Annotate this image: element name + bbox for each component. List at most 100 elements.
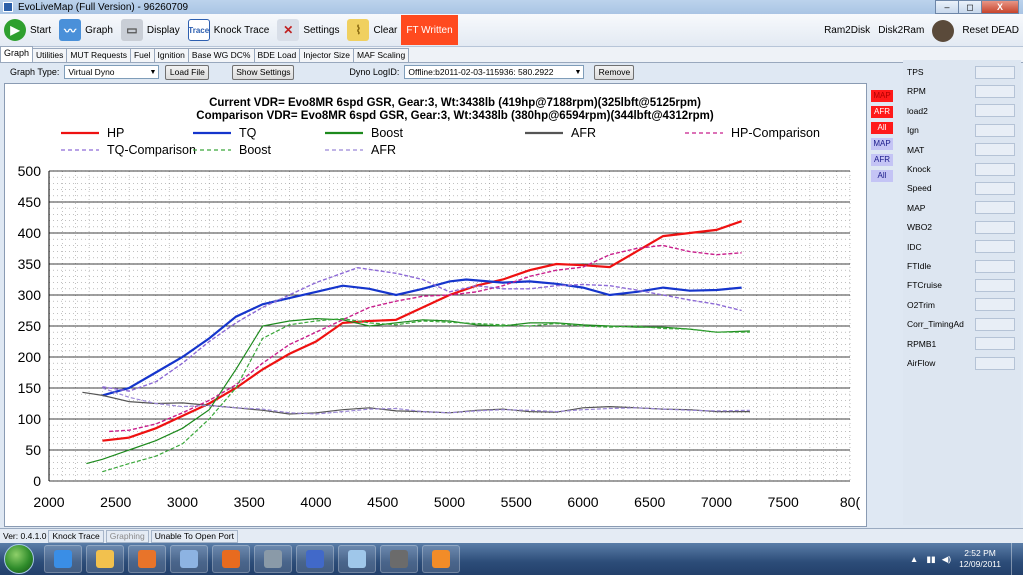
- sensor-label: Speed: [907, 183, 932, 194]
- chip-icon: [264, 550, 282, 568]
- start-button[interactable]: ▶ Start: [0, 15, 55, 45]
- dyno-log-value: Offline:b2011-02-03-115936: 580.2922: [408, 67, 554, 77]
- sensor-label: WBO2: [907, 222, 933, 233]
- tab-graph[interactable]: Graph: [0, 46, 34, 62]
- clear-button[interactable]: ⌇ Clear: [343, 15, 401, 45]
- settings-button[interactable]: ✕ Settings: [273, 15, 343, 45]
- current-all-toggle[interactable]: All: [871, 122, 893, 134]
- ft-written-button[interactable]: FT Written: [401, 15, 458, 45]
- dyno-log-label: Dyno LogID:: [349, 67, 400, 77]
- folder-taskbar-button[interactable]: [86, 545, 124, 573]
- start-orb-icon[interactable]: [4, 544, 34, 574]
- disc-taskbar-button[interactable]: [338, 545, 376, 573]
- comparison-all-toggle[interactable]: All: [871, 170, 893, 182]
- load-file-button[interactable]: Load File: [165, 64, 210, 80]
- tab-ignition[interactable]: Ignition: [153, 48, 189, 62]
- x-tick-label: 7500: [768, 494, 799, 510]
- chip-taskbar-button[interactable]: [254, 545, 292, 573]
- disk2ram-button[interactable]: Disk2Ram: [878, 25, 924, 36]
- media-player-icon: [138, 550, 156, 568]
- y-tick-label: 500: [18, 163, 42, 179]
- sensor-label: FTCruise: [907, 280, 942, 291]
- tab-maf-scaling[interactable]: MAF Scaling: [353, 48, 410, 62]
- tools-icon: [432, 550, 450, 568]
- sensor-value-box: [975, 162, 1015, 176]
- y-tick-label: 150: [18, 380, 42, 396]
- display-button[interactable]: ▭ Display: [117, 15, 184, 45]
- display-icon: ▭: [120, 19, 143, 41]
- settings-label: Settings: [303, 24, 340, 36]
- ram2disk-button[interactable]: Ram2Disk: [824, 25, 870, 36]
- volume-icon[interactable]: ◀): [942, 554, 951, 565]
- sensor-label: AirFlow: [907, 358, 936, 368]
- show-desktop-button[interactable]: [1011, 543, 1023, 575]
- show-settings-button[interactable]: Show Settings: [232, 64, 295, 80]
- tray-arrow-icon[interactable]: ▲: [910, 554, 918, 564]
- sensor-value-box: [975, 123, 1015, 137]
- app-icon: [3, 2, 13, 12]
- tab-base-wg-dc[interactable]: Base WG DC%: [187, 48, 255, 62]
- y-tick-label: 450: [18, 194, 42, 210]
- dyno-log-select[interactable]: Offline:b2011-02-03-115936: 580.2922 ▼: [404, 65, 585, 79]
- sensor-label: MAP: [907, 202, 926, 213]
- sensor-label: TPS: [907, 67, 924, 77]
- series-toggle-column: MAP AFR All MAP AFR All: [869, 90, 895, 186]
- sensor-row: load2: [903, 102, 1021, 120]
- system-tray: ▲ ▮▮ ◀) 2:52 PM 12/09/2011: [910, 543, 1023, 575]
- firefox-taskbar-button[interactable]: [212, 545, 250, 573]
- vb-taskbar-button[interactable]: [296, 545, 334, 573]
- graphing-status: Graphing: [105, 529, 149, 543]
- ie-taskbar-button[interactable]: [44, 545, 82, 573]
- series-line: [102, 317, 750, 473]
- x-tick-label: 2500: [100, 494, 131, 510]
- y-tick-label: 350: [18, 256, 42, 272]
- comparison-map-toggle[interactable]: MAP: [871, 138, 893, 150]
- tab-utilities[interactable]: Utilities: [32, 48, 68, 62]
- current-map-toggle[interactable]: MAP: [871, 90, 893, 102]
- current-afr-toggle[interactable]: AFR: [871, 106, 893, 118]
- sensor-value-box: [975, 356, 1015, 370]
- reset-dead-button[interactable]: Reset DEAD: [962, 25, 1019, 36]
- car-taskbar-button[interactable]: [380, 545, 418, 573]
- graph-icon: 〰: [59, 19, 82, 41]
- comparison-afr-toggle[interactable]: AFR: [871, 154, 893, 166]
- x-tick-label: 2000: [33, 494, 64, 510]
- sensor-row: O2Trim: [903, 296, 1021, 314]
- tools-taskbar-button[interactable]: [422, 545, 460, 573]
- tab-fuel[interactable]: Fuel: [129, 48, 155, 62]
- window-title: EvoLiveMap (Full Version) - 96260709: [18, 1, 189, 13]
- remove-button[interactable]: Remove: [594, 64, 635, 80]
- dyno-chart: Current VDR= Evo8MR 6spd GSR, Gear:3, Wt…: [18, 97, 861, 510]
- graph-type-select[interactable]: Virtual Dyno ▼: [64, 65, 160, 79]
- graph-button[interactable]: 〰 Graph: [55, 15, 117, 45]
- close-button[interactable]: X: [981, 0, 1019, 14]
- window-titlebar: EvoLiveMap (Full Version) - 96260709 – ◻…: [0, 0, 1023, 14]
- sensor-row: Speed: [903, 179, 1021, 197]
- tab-mut-requests[interactable]: MUT Requests: [66, 48, 131, 62]
- window-controls: – ◻ X: [935, 0, 1019, 14]
- graph-options-bar: Graph Type: Virtual Dyno ▼ Load File Sho…: [0, 63, 900, 81]
- paint-taskbar-button[interactable]: [170, 545, 208, 573]
- graph-label: Graph: [85, 24, 113, 36]
- y-tick-label: 200: [18, 349, 42, 365]
- clock-date: 12/09/2011: [959, 559, 1001, 569]
- tab-injector-size[interactable]: Injector Size: [299, 48, 355, 62]
- settings-tools-icon: ✕: [277, 19, 300, 41]
- x-tick-label: 6000: [567, 494, 598, 510]
- tab-bde-load[interactable]: BDE Load: [253, 48, 301, 62]
- x-tick-label: 3500: [234, 494, 265, 510]
- network-icon[interactable]: ▮▮: [926, 554, 935, 565]
- knock-trace-button[interactable]: Trace Knock Trace: [184, 15, 274, 45]
- disc-icon: [348, 550, 366, 568]
- maximize-button[interactable]: ◻: [958, 0, 982, 14]
- vb-icon: [306, 550, 324, 568]
- sensor-value-box: [975, 181, 1015, 195]
- sensor-value-box: [975, 259, 1015, 273]
- media-player-taskbar-button[interactable]: [128, 545, 166, 573]
- sensor-value-box: [975, 337, 1015, 351]
- sensor-panel: TPS RPM load2 Ign MAT Knock Speed MAP WBO2 IDC FTI…: [903, 60, 1021, 525]
- clock-time: 2:52 PM: [964, 548, 996, 558]
- clock[interactable]: 2:52 PM 12/09/2011: [959, 548, 1001, 570]
- tab-strip: Graph Utilities MUT Requests Fuel Igniti…: [0, 46, 1023, 63]
- minimize-button[interactable]: –: [935, 0, 959, 14]
